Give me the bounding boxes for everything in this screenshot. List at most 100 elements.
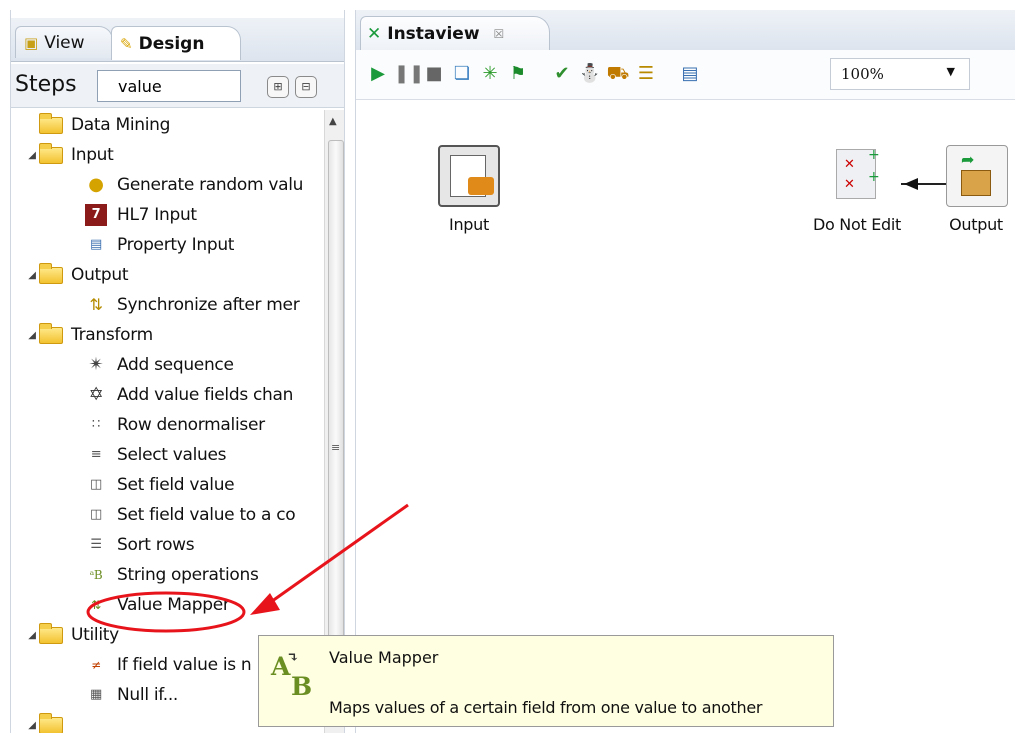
tree-step-string-operations[interactable]: ᵃB String operations — [11, 560, 321, 590]
tree-step-add-value-fields-changing[interactable]: ✡ Add value fields chan — [11, 380, 321, 410]
tree-item-label: Generate random valu — [117, 175, 304, 195]
pause-icon: ❚❚ — [394, 63, 425, 84]
close-tab-icon[interactable]: ☒ — [494, 27, 505, 41]
pause-button[interactable]: ❚❚ — [394, 62, 424, 86]
hl7-icon: 7 — [85, 204, 107, 226]
row-denormaliser-icon: ∷ — [92, 417, 100, 432]
step-label: Input — [449, 215, 489, 234]
output-step-icon: ➦ — [946, 145, 1008, 207]
collapse-all-icon: ⊟ — [301, 80, 311, 93]
if-null-icon: ≠ — [91, 658, 101, 672]
replay-button[interactable]: ⚑ — [506, 62, 530, 86]
folder-icon — [39, 142, 63, 164]
expand-all-button[interactable]: ⊞ — [267, 76, 289, 98]
canvas-step-input[interactable]: Input — [434, 145, 504, 234]
scroll-up-arrow-icon[interactable]: ▲ — [329, 116, 337, 127]
preview-button[interactable]: ❏ — [450, 62, 474, 86]
expand-all-icon: ⊞ — [273, 80, 283, 93]
verify-icon: ✔ — [554, 63, 570, 84]
scroll-thumb[interactable]: ≡ — [328, 140, 344, 700]
folder-icon — [39, 262, 63, 284]
impact-icon: ⛄ — [578, 63, 602, 84]
collapse-arrow-icon[interactable]: ◢ — [25, 150, 39, 161]
tree-folder-output[interactable]: ◢ Output — [11, 260, 321, 290]
tree-step-set-field-value-to-constant[interactable]: ◫ Set field value to a co — [11, 500, 321, 530]
tree-step-set-field-value[interactable]: ◫ Set field value — [11, 470, 321, 500]
play-icon: ▶ — [371, 63, 385, 84]
verify-button[interactable]: ✔ — [550, 62, 574, 86]
step-label: Do Not Edit — [813, 215, 901, 234]
tree-item-label: Add sequence — [117, 355, 234, 375]
tree-item-label: Select values — [117, 445, 227, 465]
collapse-all-button[interactable]: ⊟ — [295, 76, 317, 98]
explore-db-button[interactable]: ☰ — [634, 62, 658, 86]
add-sequence-icon: ✴ — [88, 354, 104, 375]
tree-item-label: Set field value — [117, 475, 235, 495]
panel-tabs: ▣ View ✎ Design — [11, 18, 344, 62]
step-label: Output — [949, 215, 1003, 234]
tree-folder-data-mining[interactable]: Data Mining — [11, 110, 321, 140]
tree-step-add-sequence[interactable]: ✴ Add sequence — [11, 350, 321, 380]
tree-step-hl7-input[interactable]: 7 HL7 Input — [11, 200, 321, 230]
tree-step-row-denormaliser[interactable]: ∷ Row denormaliser — [11, 410, 321, 440]
tree-item-label: Set field value to a co — [117, 505, 296, 525]
tree-item-label: HL7 Input — [117, 205, 197, 225]
folder-icon — [39, 322, 63, 344]
tree-step-synchronize-after-merge[interactable]: ⇅ Synchronize after mer — [11, 290, 321, 320]
tree-step-select-values[interactable]: ≡ Select values — [11, 440, 321, 470]
steps-search-bar: Steps ⊞ ⊟ — [11, 64, 344, 108]
debug-button[interactable]: ✳ — [478, 62, 502, 86]
tab-instaview[interactable]: ✕ Instaview ☒ — [360, 16, 550, 50]
editor-toolbar: ▶ ❚❚ ■ ❏ ✳ ⚑ ✔ ⛄ ⛟ ☰ ▤ 100% ▼ — [356, 50, 1015, 100]
instaview-icon: ✕ — [367, 23, 382, 44]
tree-step-generate-random-value[interactable]: ● Generate random valu — [11, 170, 321, 200]
impact-button[interactable]: ⛄ — [578, 62, 602, 86]
string-operations-icon: ᵃB — [89, 568, 103, 582]
hop-arrow-icon — [904, 178, 918, 190]
tab-view-label: View — [44, 32, 85, 53]
tree-folder-transform[interactable]: ◢ Transform — [11, 320, 321, 350]
tree-item-label: Property Input — [117, 235, 235, 255]
tree-folder-input[interactable]: ◢ Input — [11, 140, 321, 170]
tree-item-label: Output — [71, 265, 129, 285]
sql-button[interactable]: ⛟ — [606, 62, 630, 86]
stop-button[interactable]: ■ — [422, 62, 446, 86]
folder-icon — [39, 112, 63, 134]
tree-step-property-input[interactable]: ▤ Property Input — [11, 230, 321, 260]
panel-divider[interactable] — [345, 0, 355, 733]
tab-design[interactable]: ✎ Design — [111, 26, 241, 60]
run-button[interactable]: ▶ — [366, 62, 390, 86]
collapse-arrow-icon[interactable]: ◢ — [25, 330, 39, 341]
explore-db-icon: ☰ — [637, 63, 655, 84]
null-if-icon: ▦ — [90, 687, 102, 702]
value-mapper-icon: A ↴ B — [271, 650, 313, 701]
editor-tabs: ✕ Instaview ☒ — [356, 10, 1015, 50]
replay-icon: ⚑ — [509, 63, 527, 84]
tree-item-label: Value Mapper — [117, 595, 230, 615]
tab-view[interactable]: ▣ View — [15, 26, 113, 58]
collapse-arrow-icon[interactable]: ◢ — [25, 630, 39, 641]
zoom-select[interactable]: 100% ▼ — [830, 58, 970, 90]
tree-step-sort-rows[interactable]: ☰ Sort rows — [11, 530, 321, 560]
collapse-arrow-icon[interactable]: ◢ — [25, 270, 39, 281]
canvas-step-do-not-edit[interactable]: ✕ ✕ + + Do Not Edit — [802, 145, 912, 234]
show-results-button[interactable]: ▤ — [678, 62, 702, 86]
canvas-step-output[interactable]: ➦ Output — [936, 145, 1015, 234]
folder-icon — [39, 622, 63, 644]
tab-instaview-label: Instaview — [387, 23, 480, 44]
value-mapper-icon: ⇅ — [91, 598, 101, 612]
folder-icon — [39, 712, 63, 733]
tree-item-label: Data Mining — [71, 115, 171, 135]
tree-item-label: Null if... — [117, 685, 179, 705]
view-icon: ▣ — [24, 33, 39, 52]
step-tooltip: A ↴ B Value Mapper Maps values of a cert… — [258, 635, 834, 727]
collapse-arrow-icon[interactable]: ◢ — [25, 720, 39, 731]
zoom-value: 100% — [841, 65, 884, 83]
tree-step-value-mapper[interactable]: ⇅ Value Mapper — [11, 590, 321, 620]
tree-item-label: If field value is n — [117, 655, 252, 675]
tree-item-label: Add value fields chan — [117, 385, 294, 405]
tree-item-label: Transform — [71, 325, 153, 345]
pencil-icon: ✎ — [120, 34, 133, 53]
tree-item-label: Synchronize after mer — [117, 295, 300, 315]
steps-search-input[interactable] — [97, 70, 241, 102]
